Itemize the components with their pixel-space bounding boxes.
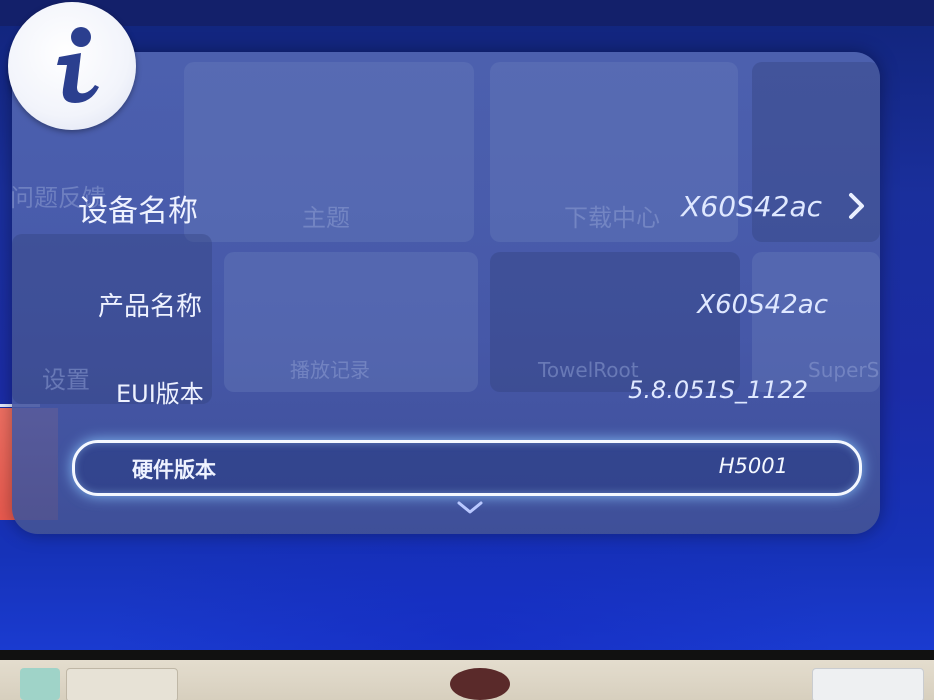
product-name-label: 产品名称 [98, 292, 203, 322]
chevron-right-icon[interactable] [846, 192, 868, 220]
desk-object [66, 668, 178, 700]
desk-object [20, 668, 60, 700]
eui-version-value: 5.8.051S_1122 [628, 376, 808, 404]
info-icon [8, 2, 136, 130]
device-name-label: 设备名称 [78, 194, 198, 229]
product-name-value: X60S42ac [697, 290, 828, 320]
bg-label-theme: 主题 [302, 204, 350, 232]
tv-bezel [0, 650, 934, 660]
bg-label-settings: 设置 [42, 366, 90, 394]
chevron-down-icon[interactable] [456, 500, 484, 516]
hardware-version-label: 硬件版本 [132, 458, 216, 482]
hardware-version-value: H5001 [718, 454, 788, 478]
tv-screen: 问题反馈 主题 下载中心 设置 播放记录 TowelRoot SuperSU 设… [0, 0, 934, 650]
desk-object [450, 668, 510, 700]
screen-top-band [0, 0, 934, 26]
desk-object [812, 668, 924, 700]
bg-label-history: 播放记录 [290, 358, 370, 382]
eui-version-label: EUI版本 [116, 380, 204, 408]
device-name-value: X60S42ac [681, 190, 822, 223]
photo-scene: 问题反馈 主题 下载中心 设置 播放记录 TowelRoot SuperSU 设… [0, 0, 934, 700]
bg-label-supersu: SuperSU [808, 358, 880, 382]
